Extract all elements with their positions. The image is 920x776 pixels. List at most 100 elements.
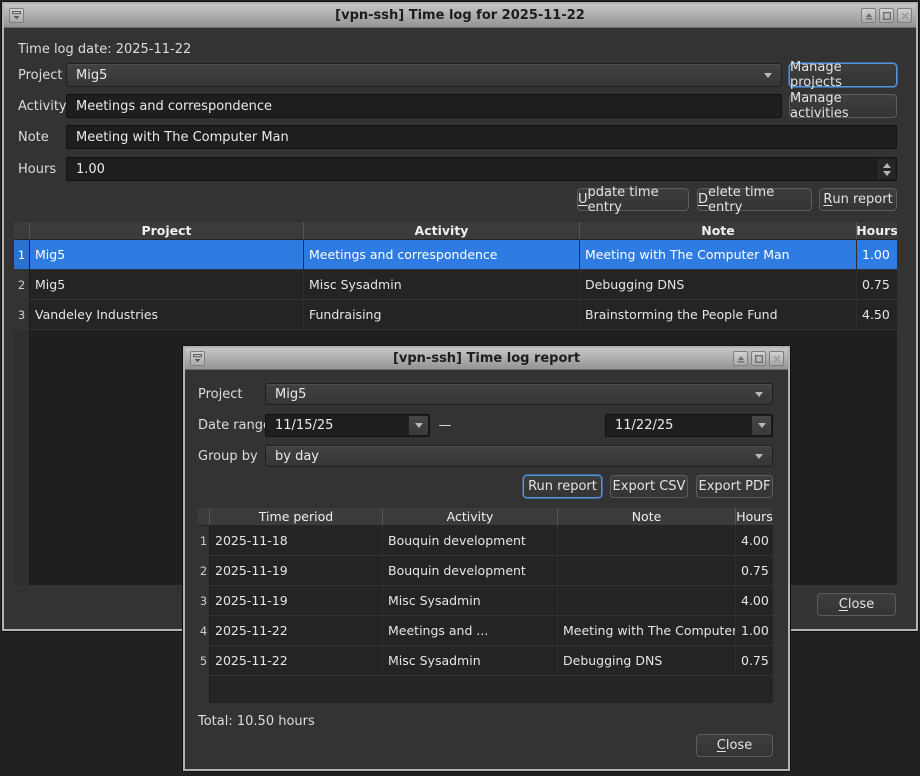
main-titlebar[interactable]: [vpn-ssh] Time log for 2025-11-22	[4, 4, 916, 28]
row-number[interactable]: 3	[198, 586, 210, 615]
maximize-icon[interactable]	[879, 8, 894, 23]
table-cell[interactable]	[558, 556, 736, 585]
row-number[interactable]: 4	[198, 616, 210, 645]
column-header[interactable]: Hours	[736, 508, 773, 525]
shade-icon[interactable]	[861, 8, 876, 23]
row-number-gutter	[14, 330, 30, 585]
table-row[interactable]: 3Vandeley IndustriesFundraisingBrainstor…	[14, 300, 897, 330]
table-cell[interactable]: 2025-11-22	[210, 646, 383, 675]
table-cell[interactable]: Misc Sysadmin	[383, 586, 558, 615]
table-row[interactable]: 2Mig5Misc SysadminDebugging DNS0.75	[14, 270, 897, 300]
table-cell[interactable]: Debugging DNS	[580, 270, 857, 299]
row-number[interactable]	[198, 676, 210, 703]
row-number[interactable]: 1	[14, 240, 30, 269]
project-combobox-value: Mig5	[76, 68, 107, 83]
table-row[interactable]: 22025-11-19Bouquin development 0.75	[198, 556, 773, 586]
date-to-dropdown-button[interactable]	[751, 416, 771, 435]
table-cell[interactable]: Misc Sysadmin	[383, 646, 558, 675]
table-cell[interactable]: Debugging DNS	[558, 646, 736, 675]
table-cell[interactable]: Vandeley Industries	[30, 300, 304, 329]
table-cell[interactable]	[558, 586, 736, 615]
report-run-report-button[interactable]: Run report	[523, 475, 602, 498]
column-header[interactable]	[14, 222, 30, 239]
table-row[interactable]: 42025-11-22Meetings and ...Meeting with …	[198, 616, 773, 646]
shade-icon[interactable]	[733, 351, 748, 366]
table-row[interactable]: 1Mig5Meetings and correspondenceMeeting …	[14, 240, 897, 270]
table-cell[interactable]: Bouquin development	[383, 526, 558, 555]
column-header[interactable]: Hours	[857, 222, 897, 239]
spin-up-icon[interactable]	[883, 163, 891, 168]
table-row[interactable]: 32025-11-19Misc Sysadmin 4.00	[198, 586, 773, 616]
window-menu-icon[interactable]	[9, 8, 24, 23]
table-cell[interactable]: Meetings and correspondence	[304, 240, 580, 269]
table-cell[interactable]: Fundraising	[304, 300, 580, 329]
chevron-down-icon	[758, 423, 766, 428]
delete-time-entry-button[interactable]: Delete time entry	[697, 188, 812, 211]
column-header[interactable]: Time period	[210, 508, 383, 525]
export-pdf-button[interactable]: Export PDF	[696, 475, 773, 498]
table-cell[interactable]: Meeting with The Computer Man	[580, 240, 857, 269]
window-menu-icon[interactable]	[190, 351, 205, 366]
column-header[interactable]: Project	[30, 222, 304, 239]
row-number[interactable]: 5	[198, 646, 210, 675]
table-cell[interactable]: 0.75	[736, 646, 773, 675]
column-header[interactable]: Note	[558, 508, 736, 525]
table-cell[interactable]: 1.00	[857, 240, 897, 269]
table-cell[interactable]: Bouquin development	[383, 556, 558, 585]
manage-projects-button[interactable]: Manage projects	[789, 63, 897, 87]
report-close-button[interactable]: Close	[696, 734, 773, 757]
table-cell[interactable]: 4.50	[857, 300, 897, 329]
activity-input-value: Meetings and correspondence	[76, 99, 272, 114]
update-time-entry-button[interactable]: Update time entry	[577, 188, 689, 211]
project-combobox[interactable]: Mig5	[66, 63, 782, 87]
row-number[interactable]: 2	[198, 556, 210, 585]
table-cell[interactable]: 2025-11-19	[210, 556, 383, 585]
table-cell[interactable]: 2025-11-19	[210, 586, 383, 615]
table-row[interactable]: 52025-11-22Misc SysadminDebugging DNS0.7…	[198, 646, 773, 676]
date-from-field[interactable]: 11/15/25	[265, 414, 430, 437]
note-label: Note	[18, 125, 49, 149]
column-header[interactable]: Activity	[383, 508, 558, 525]
table-cell[interactable]: 1.00	[736, 616, 773, 645]
close-icon[interactable]	[769, 351, 784, 366]
table-row[interactable]: 12025-11-18Bouquin development 4.00	[198, 526, 773, 556]
table-cell[interactable]: Meetings and ...	[383, 616, 558, 645]
table-cell[interactable]: 2025-11-22	[210, 616, 383, 645]
table-cell[interactable]: Mig5	[30, 270, 304, 299]
total-hours-label: Total: 10.50 hours	[198, 712, 315, 730]
table-cell[interactable]: 0.75	[736, 556, 773, 585]
date-to-field[interactable]: 11/22/25	[605, 414, 773, 437]
table-cell[interactable]: 4.00	[736, 586, 773, 615]
table-cell[interactable]: Brainstorming the People Fund	[580, 300, 857, 329]
hours-spinbox[interactable]: 1.00	[66, 157, 897, 181]
table-cell[interactable]: 4.00	[736, 526, 773, 555]
close-button[interactable]: Close	[817, 593, 896, 616]
report-titlebar[interactable]: [vpn-ssh] Time log report	[185, 348, 788, 370]
report-project-combobox[interactable]: Mig5	[265, 383, 773, 405]
table-cell[interactable]: Meeting with The Computer...	[558, 616, 736, 645]
table-cell[interactable]	[558, 526, 736, 555]
run-report-button[interactable]: Run report	[819, 188, 897, 211]
table-cell[interactable]: Misc Sysadmin	[304, 270, 580, 299]
maximize-icon[interactable]	[751, 351, 766, 366]
table-cell[interactable]: Mig5	[30, 240, 304, 269]
column-header[interactable]: Activity	[304, 222, 580, 239]
close-icon[interactable]	[897, 8, 912, 23]
table-cell[interactable]: 2025-11-18	[210, 526, 383, 555]
note-input[interactable]: Meeting with The Computer Man	[66, 125, 897, 149]
export-csv-button[interactable]: Export CSV	[610, 475, 688, 498]
spinner-buttons[interactable]	[878, 159, 895, 179]
time-entries-table: ProjectActivityNoteHours1Mig5Meetings an…	[14, 222, 897, 330]
row-number[interactable]: 3	[14, 300, 30, 329]
column-header[interactable]	[198, 508, 210, 525]
column-header[interactable]: Note	[580, 222, 857, 239]
spin-down-icon[interactable]	[883, 171, 891, 176]
table-cell[interactable]: 0.75	[857, 270, 897, 299]
activity-input[interactable]: Meetings and correspondence	[66, 94, 782, 118]
row-number[interactable]: 1	[198, 526, 210, 555]
manage-activities-button[interactable]: Manage activities	[789, 94, 897, 118]
date-to-value: 11/22/25	[615, 418, 673, 433]
date-from-dropdown-button[interactable]	[408, 416, 428, 435]
group-by-combobox[interactable]: by day	[265, 445, 773, 467]
row-number[interactable]: 2	[14, 270, 30, 299]
